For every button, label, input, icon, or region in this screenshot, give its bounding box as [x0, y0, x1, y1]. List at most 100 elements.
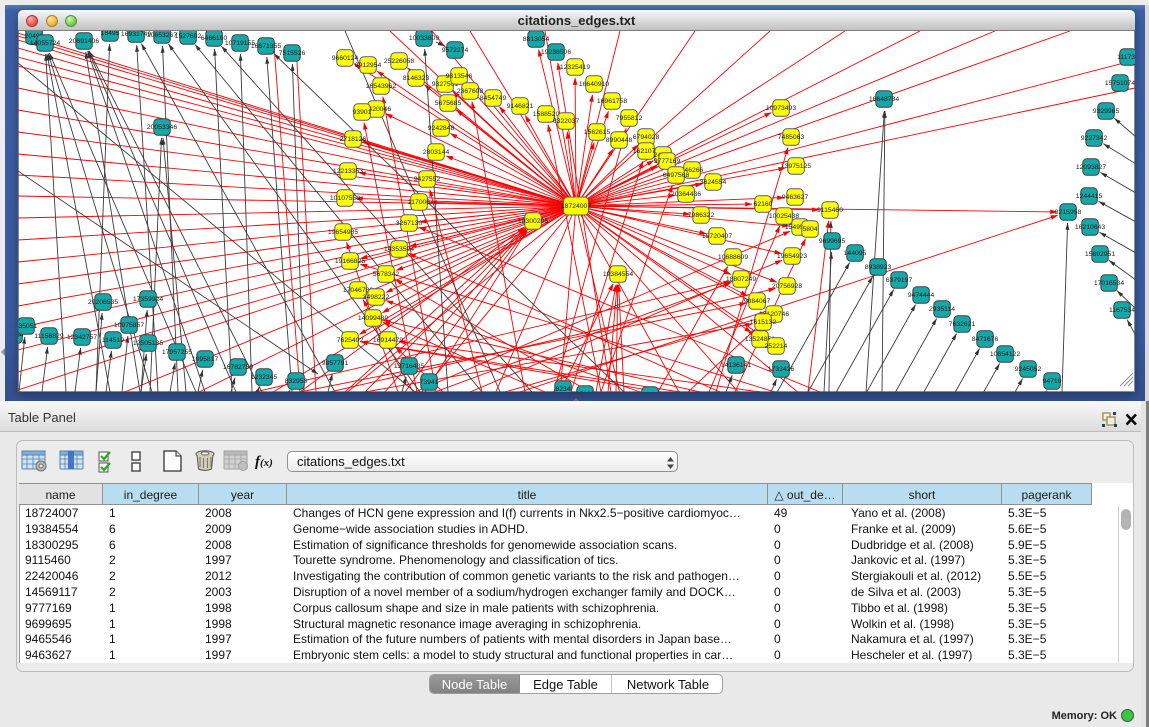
- svg-text:16640910: 16640910: [579, 81, 609, 88]
- svg-text:15720407: 15720407: [702, 233, 732, 240]
- svg-text:12342757: 12342757: [67, 334, 97, 341]
- svg-text:9242848: 9242848: [428, 125, 455, 132]
- svg-text:8234: 8234: [555, 386, 570, 392]
- svg-text:2718126: 2718126: [340, 136, 367, 143]
- svg-text:9313546: 9313546: [446, 73, 473, 80]
- svg-text:19384554: 19384554: [603, 271, 633, 278]
- svg-text:1588520: 1588520: [533, 111, 560, 118]
- svg-text:114519: 114519: [102, 337, 124, 344]
- svg-text:14099489: 14099489: [358, 315, 388, 322]
- svg-text:7632621: 7632621: [949, 321, 976, 328]
- svg-text:9777169: 9777169: [654, 158, 681, 165]
- svg-text:(x): (x): [260, 457, 273, 469]
- svg-text:19654923: 19654923: [777, 253, 807, 260]
- svg-text:14353594: 14353594: [384, 246, 414, 253]
- svg-text:11156829: 11156829: [34, 333, 63, 340]
- svg-text:10973493: 10973493: [766, 105, 796, 112]
- svg-text:93901: 93901: [353, 109, 372, 116]
- svg-text:9115460: 9115460: [817, 207, 843, 214]
- svg-text:1615132: 1615132: [750, 319, 777, 326]
- svg-text:13716485: 13716485: [394, 363, 424, 370]
- svg-text:8215958: 8215958: [1055, 209, 1082, 216]
- svg-text:7955812: 7955812: [616, 115, 643, 122]
- svg-text:18724007: 18724007: [561, 203, 591, 210]
- svg-text:25226058: 25226058: [384, 58, 414, 65]
- svg-text:2367608: 2367608: [457, 88, 484, 95]
- svg-text:10975857: 10975857: [114, 322, 144, 329]
- svg-text:2803144: 2803144: [423, 149, 450, 156]
- svg-text:7625402: 7625402: [337, 337, 364, 344]
- svg-text:16648784: 16648784: [869, 96, 899, 103]
- svg-text:18807249: 18807249: [726, 276, 756, 283]
- svg-text:8990448: 8990448: [606, 137, 633, 144]
- svg-text:94710: 94710: [1043, 378, 1062, 385]
- svg-text:3267130: 3267130: [396, 220, 423, 227]
- svg-text:8813054: 8813054: [523, 36, 550, 43]
- svg-text:16671355: 16671355: [251, 43, 281, 50]
- svg-text:1527602: 1527602: [175, 33, 202, 40]
- svg-text:20756928: 20756928: [772, 283, 802, 290]
- svg-text:16961758: 16961758: [597, 98, 627, 105]
- svg-text:19166825: 19166825: [335, 258, 365, 265]
- svg-text:17957255: 17957255: [162, 349, 192, 356]
- svg-text:12213363: 12213363: [333, 168, 363, 175]
- svg-text:20364436: 20364436: [671, 191, 701, 198]
- svg-text:8454749: 8454749: [480, 95, 507, 102]
- svg-text:3498222: 3498222: [363, 294, 390, 301]
- svg-text:16914479: 16914479: [373, 337, 403, 344]
- svg-text:14136141: 14136141: [721, 362, 751, 369]
- svg-text:16210643: 16210643: [1075, 224, 1105, 231]
- svg-text:12325419: 12325419: [560, 64, 590, 71]
- svg-text:9463627: 9463627: [782, 194, 809, 201]
- svg-text:1733426: 1733426: [768, 366, 795, 373]
- svg-text:15751074: 15751074: [1105, 80, 1135, 87]
- svg-text:73941: 73941: [420, 379, 439, 386]
- svg-text:13975125: 13975125: [781, 163, 811, 170]
- svg-text:10653267: 10653267: [147, 32, 177, 39]
- svg-text:95123: 95123: [576, 391, 595, 392]
- svg-text:8471676: 8471676: [972, 336, 999, 343]
- svg-text:62160: 62160: [754, 201, 773, 208]
- svg-text:20206535: 20206535: [88, 299, 118, 306]
- svg-text:6497568: 6497568: [663, 172, 690, 179]
- svg-text:8912954: 8912954: [355, 62, 382, 69]
- svg-text:9146821: 9146821: [507, 103, 534, 110]
- svg-text:3624554: 3624554: [700, 179, 727, 186]
- svg-text:18300295: 18300295: [518, 218, 548, 225]
- svg-text:8938923: 8938923: [865, 264, 892, 271]
- svg-text:18495: 18495: [101, 31, 120, 37]
- svg-text:10654122: 10654122: [990, 351, 1020, 358]
- svg-text:9227342: 9227342: [1081, 135, 1108, 142]
- svg-text:117006: 117006: [408, 199, 430, 206]
- svg-text:111734: 111734: [1117, 54, 1135, 61]
- svg-text:1244415: 1244415: [1076, 193, 1103, 200]
- svg-text:6379197: 6379197: [886, 277, 913, 284]
- svg-text:9572274: 9572274: [442, 47, 469, 54]
- svg-text:1167534: 1167534: [1109, 307, 1135, 314]
- svg-text:17016534: 17016534: [1094, 280, 1124, 287]
- svg-text:15692951: 15692951: [1085, 251, 1115, 258]
- svg-text:8146323: 8146323: [403, 75, 430, 82]
- svg-text:14055724: 14055724: [30, 40, 60, 47]
- svg-text:1232345: 1232345: [251, 374, 278, 381]
- svg-text:20053346: 20053346: [147, 124, 177, 131]
- svg-text:7986322: 7986322: [688, 212, 715, 219]
- svg-text:832953: 832953: [285, 378, 308, 385]
- svg-text:9329965: 9329965: [1093, 108, 1120, 115]
- svg-text:1562615: 1562615: [584, 129, 611, 136]
- svg-text:20691406: 20691406: [69, 38, 99, 45]
- svg-text:7485063: 7485063: [778, 134, 805, 141]
- svg-text:19238506: 19238506: [541, 49, 571, 56]
- svg-text:17359924: 17359924: [133, 296, 163, 303]
- svg-text:10107553: 10107553: [330, 195, 360, 202]
- svg-text:10688609: 10688609: [718, 254, 748, 261]
- svg-text:9084067: 9084067: [744, 298, 771, 305]
- svg-text:9857791: 9857791: [322, 360, 349, 367]
- svg-text:16543962: 16543962: [366, 83, 396, 90]
- svg-text:16782759: 16782759: [223, 364, 253, 371]
- svg-text:9474444: 9474444: [908, 292, 935, 299]
- svg-text:9699695: 9699695: [819, 238, 846, 245]
- svg-text:19654985: 19654985: [328, 229, 358, 236]
- svg-text:9660124: 9660124: [332, 55, 359, 62]
- svg-text:6466160: 6466160: [201, 35, 228, 42]
